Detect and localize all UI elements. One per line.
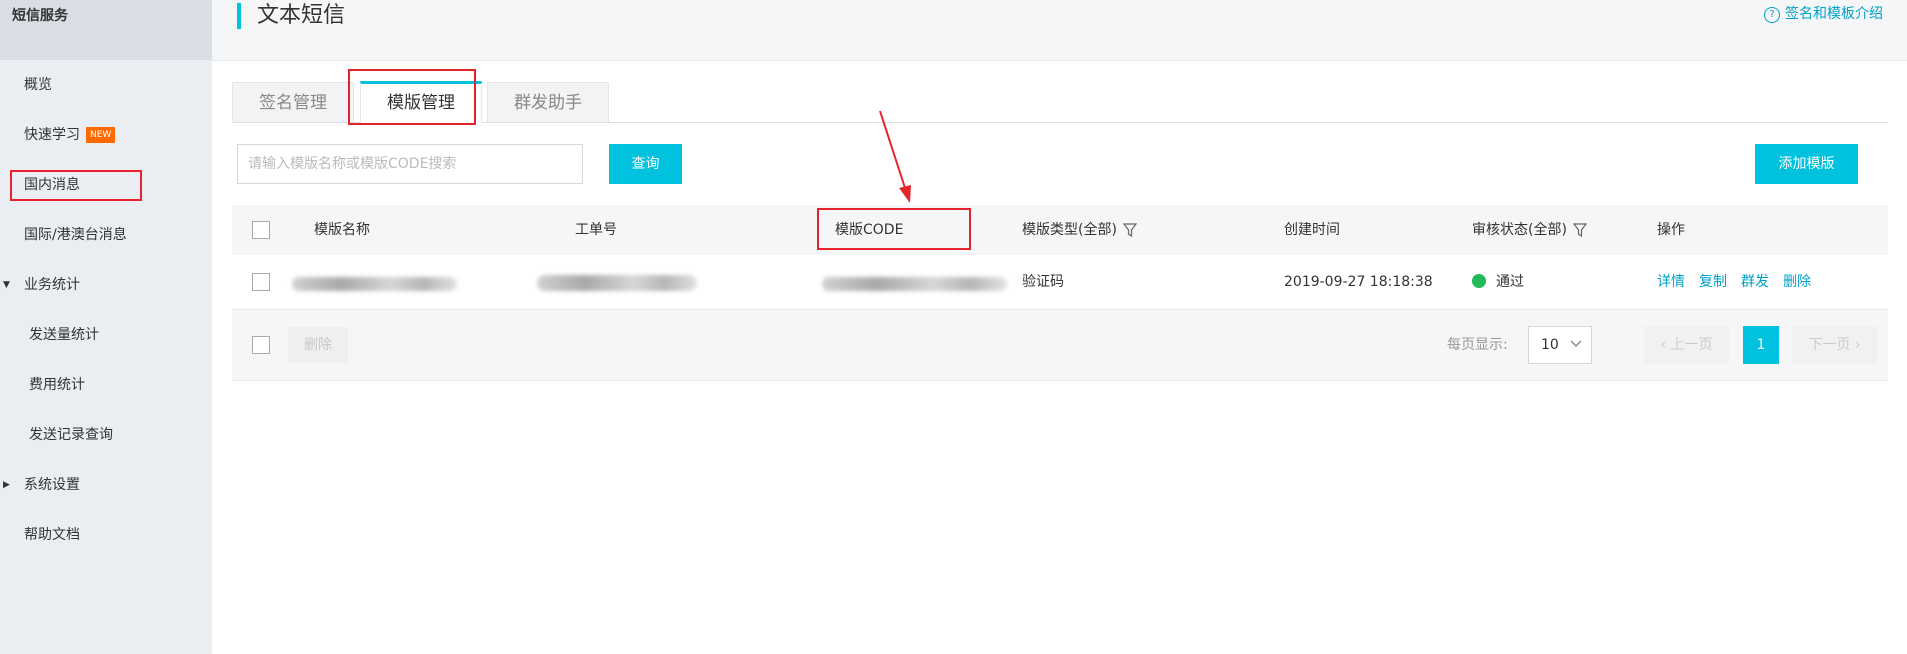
chevron-left-icon: ‹ <box>1660 337 1667 353</box>
page-header <box>212 0 1907 61</box>
sidebar-item-quick-learn[interactable]: 快速学习 NEW <box>0 110 212 160</box>
page-title: 文本短信 <box>257 3 346 28</box>
page-number-button[interactable]: 1 <box>1743 326 1779 364</box>
search-input[interactable] <box>237 144 583 184</box>
delete-link[interactable]: 删除 <box>1783 274 1811 290</box>
sidebar: 短信服务 概览 快速学习 NEW 国内消息 国际/港澳台消息 ▼ 业务统计 发送量… <box>0 0 212 654</box>
caret-right-icon: ▶ <box>3 480 10 490</box>
sidebar-item-help-docs[interactable]: 帮助文档 <box>0 510 212 560</box>
sidebar-item-domestic[interactable]: 国内消息 <box>0 160 212 210</box>
status-text: 通过 <box>1496 274 1524 290</box>
redacted-code <box>822 277 1007 291</box>
sidebar-item-send-records[interactable]: 发送记录查询 <box>0 410 212 460</box>
sidebar-header: 短信服务 <box>0 0 212 60</box>
sidebar-item-label: 快速学习 NEW <box>24 110 116 160</box>
table-footer: 删除 每页显示: 10 ‹ 上一页 1 下一页 › <box>232 310 1888 381</box>
question-icon: ? <box>1764 7 1780 23</box>
column-header-status[interactable]: 审核状态(全部) <box>1472 205 1587 255</box>
title-accent-bar <box>237 3 241 29</box>
footer-select-all-checkbox[interactable] <box>252 336 270 354</box>
prev-page-button[interactable]: ‹ 上一页 <box>1644 326 1729 364</box>
row-checkbox[interactable] <box>252 273 270 291</box>
caret-down-icon: ▼ <box>3 280 10 290</box>
created-time: 2019-09-27 18:18:38 <box>1284 274 1433 290</box>
select-all-checkbox[interactable] <box>252 221 270 239</box>
per-page-label: 每页显示: <box>1447 337 1508 353</box>
help-link[interactable]: ? 签名和模板介绍 <box>1764 3 1883 25</box>
bulk-send-link[interactable]: 群发 <box>1741 274 1769 290</box>
sidebar-item-cost-stats[interactable]: 费用统计 <box>0 360 212 410</box>
redacted-name <box>292 277 457 291</box>
chevron-right-icon: › <box>1854 337 1861 353</box>
sidebar-item-label: 发送量统计 <box>29 327 99 343</box>
status-badge: 通过 <box>1472 255 1524 309</box>
help-link-text: 签名和模板介绍 <box>1785 6 1883 22</box>
sidebar-item-label: 概览 <box>24 77 52 93</box>
table-row: 验证码 2019-09-27 18:18:38 通过 详情 复制 群发 删除 <box>232 255 1888 310</box>
template-type: 验证码 <box>1022 274 1064 290</box>
sidebar-item-label: 业务统计 <box>24 277 80 293</box>
next-page-label: 下一页 <box>1808 337 1851 353</box>
filter-icon[interactable] <box>1572 223 1587 237</box>
quick-learn-text: 快速学习 <box>24 127 80 143</box>
redacted-ticket <box>537 275 697 291</box>
sidebar-item-send-stats[interactable]: 发送量统计 <box>0 310 212 360</box>
sidebar-item-label: 费用统计 <box>29 377 85 393</box>
per-page-select[interactable]: 10 <box>1528 326 1592 364</box>
add-template-button[interactable]: 添加模版 <box>1755 144 1858 184</box>
chevron-down-icon <box>1570 340 1582 347</box>
next-page-button[interactable]: 下一页 › <box>1792 326 1877 364</box>
tab-bulk-send[interactable]: 群发助手 <box>487 82 609 122</box>
batch-delete-button[interactable]: 删除 <box>288 327 348 363</box>
sidebar-item-label: 帮助文档 <box>24 527 80 543</box>
column-header-status-label: 审核状态(全部) <box>1472 222 1567 238</box>
sidebar-group-settings[interactable]: ▶ 系统设置 <box>0 460 212 510</box>
column-header-actions: 操作 <box>1657 222 1685 238</box>
column-header-ticket: 工单号 <box>575 222 617 238</box>
column-header-type-label: 模版类型(全部) <box>1022 222 1117 238</box>
detail-link[interactable]: 详情 <box>1657 274 1685 290</box>
filter-icon[interactable] <box>1122 223 1137 237</box>
sidebar-item-label: 发送记录查询 <box>29 427 113 443</box>
sidebar-group-business-stats[interactable]: ▼ 业务统计 <box>0 260 212 310</box>
sidebar-item-label: 国内消息 <box>24 177 80 193</box>
sidebar-item-overview[interactable]: 概览 <box>0 60 212 110</box>
row-actions: 详情 复制 群发 删除 <box>1657 255 1825 309</box>
status-ok-icon <box>1472 274 1486 288</box>
copy-link[interactable]: 复制 <box>1699 274 1727 290</box>
column-header-name: 模版名称 <box>314 222 370 238</box>
tab-template[interactable]: 模版管理 <box>360 81 482 123</box>
table-header: 模版名称 工单号 模版CODE 模版类型(全部) 创建时间 审核状态(全部) 操… <box>232 205 1888 255</box>
sidebar-item-label: 国际/港澳台消息 <box>24 227 127 243</box>
sidebar-item-label: 系统设置 <box>24 477 80 493</box>
column-header-code: 模版CODE <box>835 222 904 238</box>
column-header-type[interactable]: 模版类型(全部) <box>1022 205 1137 255</box>
column-header-created: 创建时间 <box>1284 222 1340 238</box>
prev-page-label: 上一页 <box>1670 337 1713 353</box>
search-button[interactable]: 查询 <box>609 144 682 184</box>
tab-signature[interactable]: 签名管理 <box>232 82 354 122</box>
new-badge: NEW <box>86 127 116 143</box>
sidebar-item-international[interactable]: 国际/港澳台消息 <box>0 210 212 260</box>
per-page-value: 10 <box>1541 337 1559 353</box>
